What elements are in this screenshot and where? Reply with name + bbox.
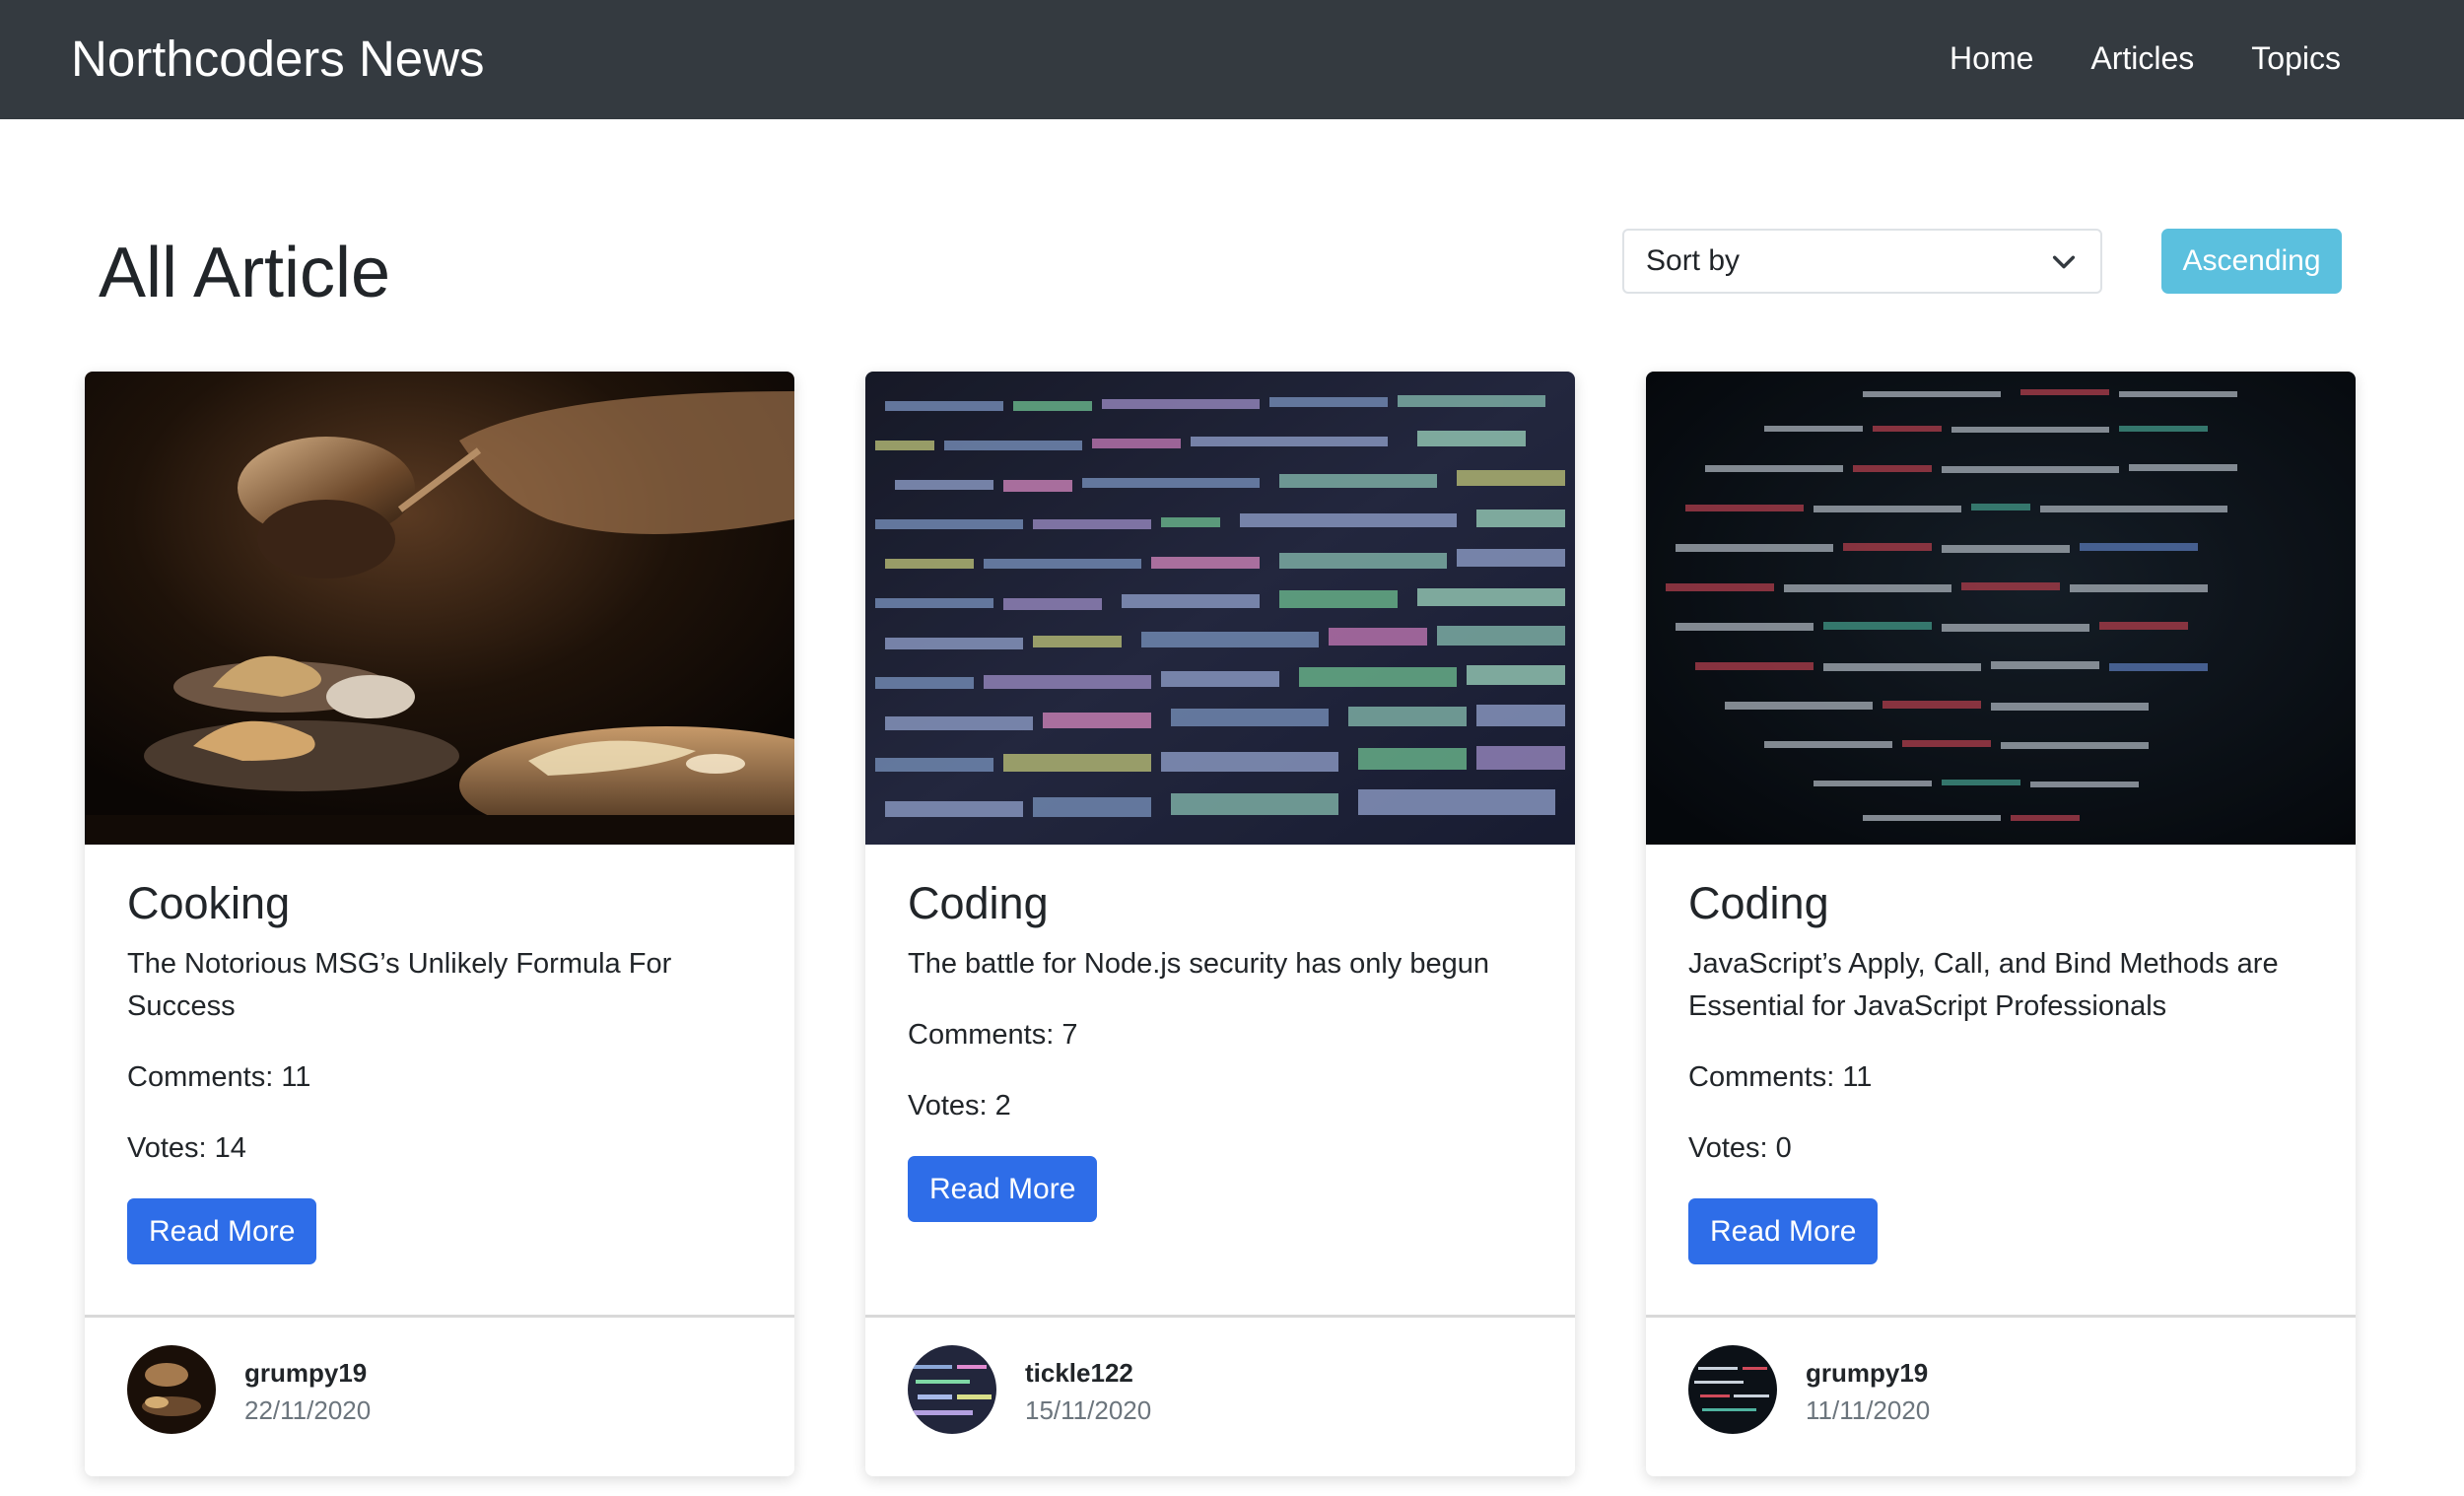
nav-link-articles[interactable]: Articles (2090, 33, 2194, 84)
author-name[interactable]: grumpy19 (1806, 1355, 1928, 1391)
cooking-photo (85, 372, 794, 845)
article-title: The battle for Node.js security has only… (908, 948, 1489, 980)
read-more-button[interactable]: Read More (127, 1198, 317, 1264)
code-screen-photo (908, 1345, 996, 1434)
article-topic: Coding (908, 878, 1049, 928)
brand-logo-text[interactable]: Northcoders News (71, 26, 484, 93)
card-body: Coding The battle for Node.js security h… (908, 845, 1533, 1222)
comment-count: Comments: 7 (908, 1019, 1078, 1051)
author-name[interactable]: grumpy19 (244, 1355, 367, 1391)
vote-count: Votes: 2 (908, 1090, 1011, 1122)
read-more-button[interactable]: Read More (908, 1156, 1098, 1222)
vote-count: Votes: 0 (1688, 1132, 1792, 1164)
dark-code-photo (1646, 372, 2356, 845)
article-card: Coding JavaScript’s Apply, Call, and Bin… (1646, 372, 2356, 1476)
article-date: 15/11/2020 (1025, 1395, 1152, 1425)
card-footer-divider (85, 1315, 794, 1318)
nav-link-home[interactable]: Home (1950, 33, 2033, 84)
author-name[interactable]: tickle122 (1025, 1355, 1133, 1391)
navbar: Northcoders News Home Articles Topics (0, 0, 2464, 119)
comment-count: Comments: 11 (1688, 1061, 1873, 1093)
read-more-button[interactable]: Read More (1688, 1198, 1879, 1264)
card-body: Cooking The Notorious MSG’s Unlikely For… (127, 845, 752, 1264)
dark-code-photo (1688, 1345, 1777, 1434)
avatar (127, 1345, 216, 1434)
card-footer-divider (1646, 1315, 2356, 1318)
cooking-photo (127, 1345, 216, 1434)
article-card: Cooking The Notorious MSG’s Unlikely For… (85, 372, 794, 1476)
article-image-coding[interactable] (865, 372, 1575, 845)
nav-link-topics[interactable]: Topics (2251, 33, 2341, 84)
article-title: The Notorious MSG’s Unlikely Formula For… (127, 948, 672, 1022)
card-body: Coding JavaScript’s Apply, Call, and Bin… (1688, 845, 2313, 1264)
sort-by-select[interactable]: Sort by (1622, 229, 2102, 294)
article-image-coding[interactable] (1646, 372, 2356, 845)
article-date: 11/11/2020 (1806, 1395, 1931, 1425)
avatar (908, 1345, 996, 1434)
article-card: Coding The battle for Node.js security h… (865, 372, 1575, 1476)
nav-links: Home Articles Topics (1950, 33, 2341, 84)
chevron-down-icon (2052, 255, 2076, 269)
article-date: 22/11/2020 (244, 1395, 372, 1425)
avatar (1688, 1345, 1777, 1434)
vote-count: Votes: 14 (127, 1132, 246, 1164)
sort-by-label: Sort by (1646, 244, 1741, 277)
page-title: All Article (99, 234, 391, 312)
article-image-cooking[interactable] (85, 372, 794, 845)
comment-count: Comments: 11 (127, 1061, 311, 1093)
article-title: JavaScript’s Apply, Call, and Bind Metho… (1688, 948, 2279, 1022)
article-topic: Cooking (127, 878, 291, 928)
code-screen-photo (865, 372, 1575, 845)
card-footer-divider (865, 1315, 1575, 1318)
ascending-button[interactable]: Ascending (2161, 229, 2342, 294)
article-topic: Coding (1688, 878, 1829, 928)
